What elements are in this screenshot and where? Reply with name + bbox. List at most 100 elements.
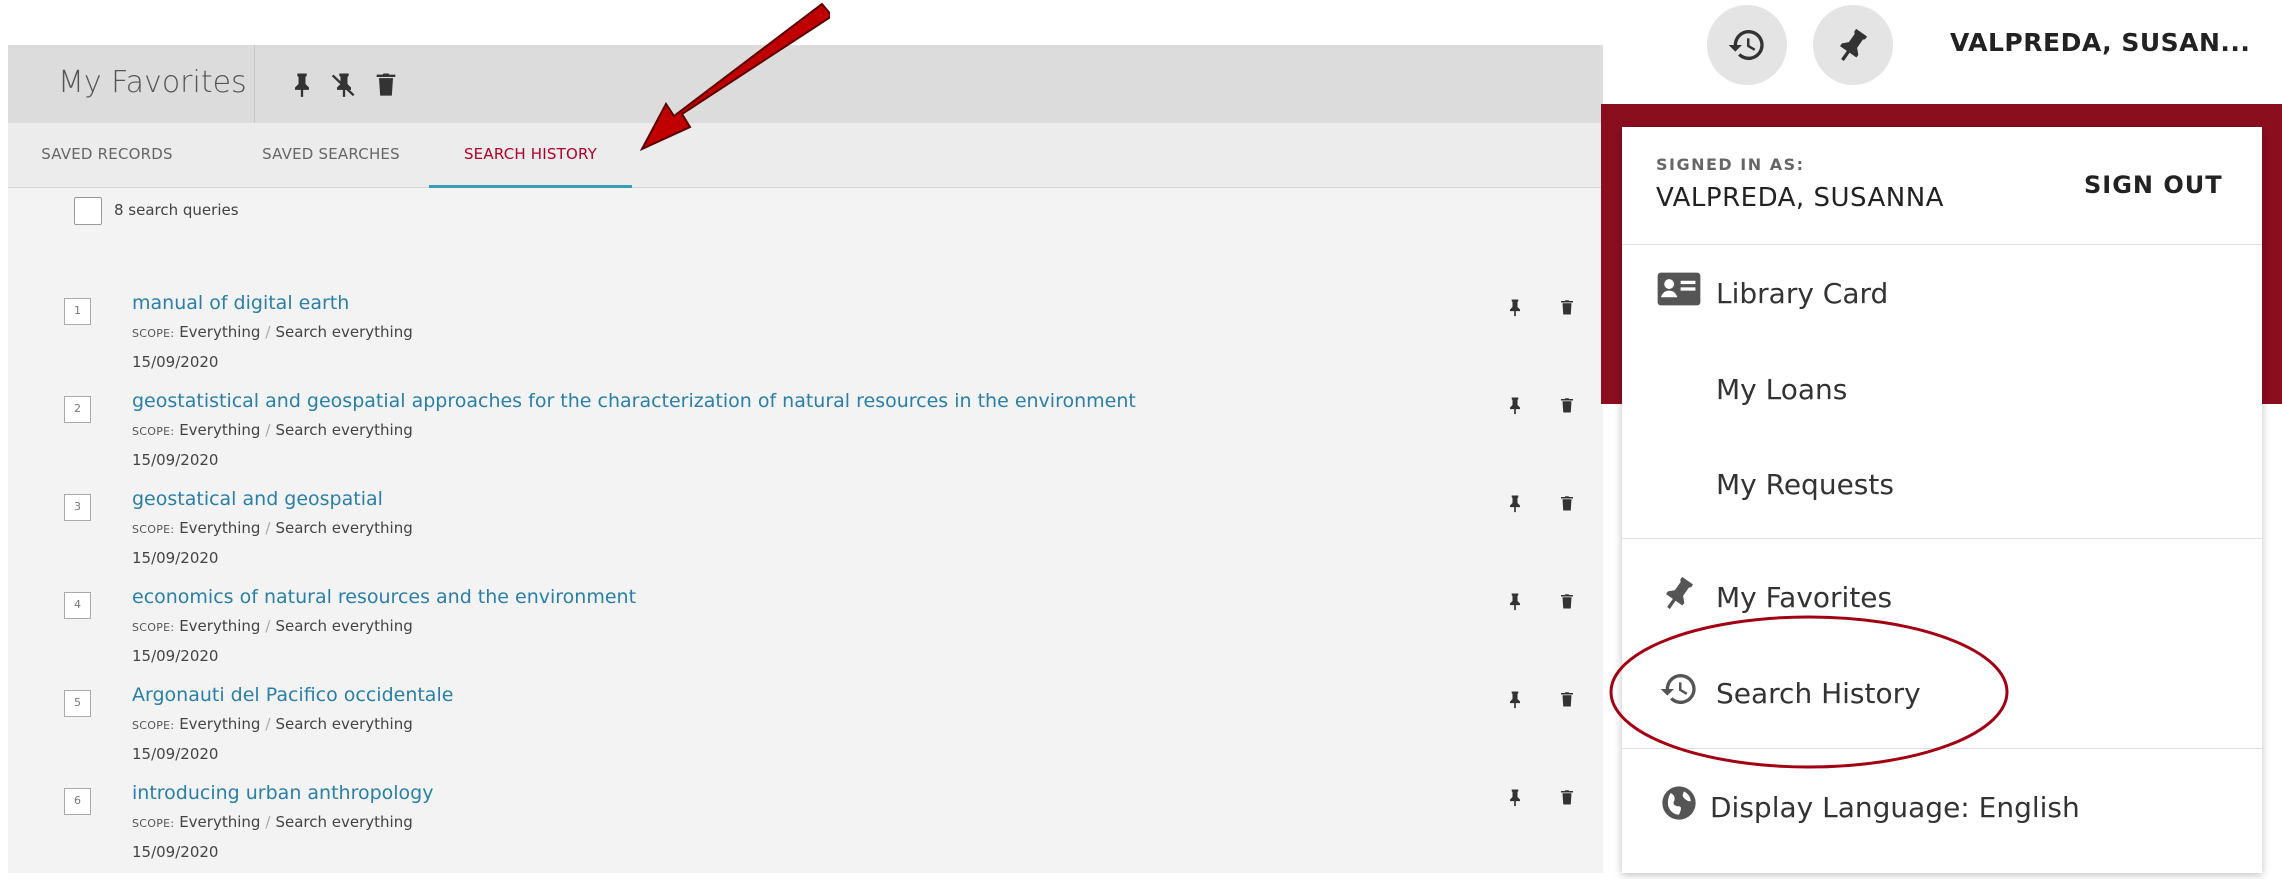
- scope-separator: /: [265, 421, 271, 439]
- scope-separator: /: [265, 813, 271, 831]
- search-history-item: 1 manual of digital earth SCOPE: Everythin…: [64, 292, 1594, 389]
- trash-icon[interactable]: [1558, 295, 1576, 319]
- trash-icon[interactable]: [1558, 589, 1576, 613]
- signed-in-caption: SIGNED IN AS:: [1656, 155, 1805, 174]
- menu-item-label: Library Card: [1716, 277, 1889, 310]
- annotation-ellipse: [1609, 615, 2009, 769]
- tab-saved-records[interactable]: SAVED RECORDS: [8, 123, 206, 188]
- query-scope: SCOPE: Everything / Search everything: [132, 813, 413, 831]
- scope-value: Everything: [179, 323, 261, 341]
- collection-value: Search everything: [275, 519, 413, 537]
- scope-caption: SCOPE:: [132, 719, 175, 732]
- collection-value: Search everything: [275, 715, 413, 733]
- pin-icon[interactable]: [1505, 589, 1525, 613]
- signed-in-name: VALPREDA, SUSANNA: [1656, 183, 1944, 213]
- query-date: 15/09/2020: [132, 745, 219, 763]
- trash-icon[interactable]: [1558, 393, 1576, 417]
- favorites-button[interactable]: [1813, 5, 1893, 85]
- favorites-title: My Favorites: [58, 65, 247, 100]
- menu-item-label: My Favorites: [1716, 581, 1893, 614]
- collection-value: Search everything: [275, 617, 413, 635]
- query-date: 15/09/2020: [132, 647, 219, 665]
- collection-value: Search everything: [275, 421, 413, 439]
- query-link[interactable]: geostatistical and geospatial approaches…: [132, 390, 1136, 412]
- query-count: 8 search queries: [114, 201, 239, 219]
- query-date: 15/09/2020: [132, 549, 219, 567]
- scope-caption: SCOPE:: [132, 523, 175, 536]
- query-number[interactable]: 1: [64, 298, 91, 325]
- menu-item-label: Display Language: English: [1710, 791, 2080, 824]
- trash-icon[interactable]: [372, 69, 400, 99]
- scope-value: Everything: [179, 519, 261, 537]
- search-history-item: 2 geostatistical and geospatial approache…: [64, 390, 1594, 487]
- query-number[interactable]: 4: [64, 592, 91, 619]
- scope-caption: SCOPE:: [132, 425, 175, 438]
- menu-item-my-loans[interactable]: My Loans: [1622, 349, 2262, 429]
- menu-divider: [1622, 538, 2262, 539]
- annotation-arrow: [639, 2, 830, 152]
- search-history-item: 4 economics of natural resources and the …: [64, 586, 1594, 683]
- query-number[interactable]: 6: [64, 788, 91, 815]
- query-scope: SCOPE: Everything / Search everything: [132, 519, 413, 537]
- menu-divider: [1622, 244, 2262, 245]
- pin-icon[interactable]: [1505, 785, 1525, 809]
- scope-value: Everything: [179, 715, 261, 733]
- scope-value: Everything: [179, 617, 261, 635]
- scope-caption: SCOPE:: [132, 327, 175, 340]
- query-date: 15/09/2020: [132, 843, 219, 861]
- query-link[interactable]: economics of natural resources and the e…: [132, 586, 636, 608]
- trash-icon[interactable]: [1558, 687, 1576, 711]
- query-scope: SCOPE: Everything / Search everything: [132, 421, 413, 439]
- collection-value: Search everything: [275, 323, 413, 341]
- pin-icon[interactable]: [288, 69, 316, 99]
- pin-icon[interactable]: [1505, 393, 1525, 417]
- collection-value: Search everything: [275, 813, 413, 831]
- query-scope: SCOPE: Everything / Search everything: [132, 715, 413, 733]
- history-icon: [1728, 30, 1764, 60]
- scope-separator: /: [265, 519, 271, 537]
- menu-item-display-language[interactable]: Display Language: English: [1622, 767, 2262, 847]
- search-history-item: 3 geostatical and geospatial SCOPE: Everyt…: [64, 488, 1594, 585]
- unpin-icon[interactable]: [330, 69, 358, 99]
- query-scope: SCOPE: Everything / Search everything: [132, 617, 413, 635]
- scope-value: Everything: [179, 421, 261, 439]
- menu-item-library-card[interactable]: Library Card: [1622, 253, 2262, 333]
- trash-icon[interactable]: [1558, 491, 1576, 515]
- query-date: 15/09/2020: [132, 451, 219, 469]
- scope-separator: /: [265, 617, 271, 635]
- search-history-button[interactable]: [1707, 5, 1787, 85]
- query-link[interactable]: Argonauti del Pacifico occidentale: [132, 684, 453, 706]
- scope-caption: SCOPE:: [132, 621, 175, 634]
- tab-search-history[interactable]: SEARCH HISTORY: [429, 123, 632, 188]
- pin-icon: [1656, 573, 1702, 613]
- user-menu-toggle[interactable]: VALPREDA, SUSAN...: [1950, 28, 2250, 57]
- id-card-icon: [1656, 269, 1702, 309]
- query-date: 15/09/2020: [132, 353, 219, 371]
- menu-item-label: My Requests: [1716, 468, 1894, 501]
- trash-icon[interactable]: [1558, 785, 1576, 809]
- query-number[interactable]: 3: [64, 494, 91, 521]
- scope-caption: SCOPE:: [132, 817, 175, 830]
- tab-saved-searches[interactable]: SAVED SEARCHES: [240, 123, 422, 188]
- header-divider: [254, 45, 255, 123]
- pin-icon[interactable]: [1505, 295, 1525, 319]
- scope-separator: /: [265, 323, 271, 341]
- query-link[interactable]: geostatical and geospatial: [132, 488, 383, 510]
- select-all-checkbox[interactable]: [74, 197, 102, 225]
- sign-out-button[interactable]: SIGN OUT: [2084, 171, 2223, 199]
- globe-icon: [1656, 783, 1702, 823]
- scope-separator: /: [265, 715, 271, 733]
- query-number[interactable]: 5: [64, 690, 91, 717]
- pin-icon[interactable]: [1505, 491, 1525, 515]
- search-history-item: 6 introducing urban anthropology SCOPE: Ev…: [64, 782, 1594, 879]
- search-history-item: 5 Argonauti del Pacifico occidentale SCOPE…: [64, 684, 1594, 781]
- query-scope: SCOPE: Everything / Search everything: [132, 323, 413, 341]
- menu-item-my-requests[interactable]: My Requests: [1622, 444, 2262, 524]
- menu-item-label: My Loans: [1716, 373, 1848, 406]
- query-number[interactable]: 2: [64, 396, 91, 423]
- pin-icon: [1840, 28, 1868, 61]
- scope-value: Everything: [179, 813, 261, 831]
- pin-icon[interactable]: [1505, 687, 1525, 711]
- query-link[interactable]: manual of digital earth: [132, 292, 349, 314]
- query-link[interactable]: introducing urban anthropology: [132, 782, 434, 804]
